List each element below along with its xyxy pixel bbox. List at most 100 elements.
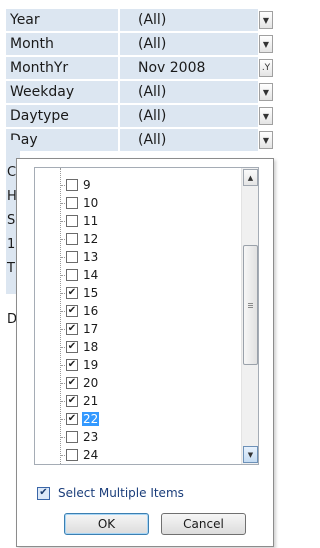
scroll-down-button[interactable]: ▼ bbox=[243, 446, 258, 463]
filter-row: Weekday (All) ▼ bbox=[0, 80, 275, 104]
select-multiple-checkbox[interactable]: ✔ bbox=[37, 486, 50, 500]
item-checkbox[interactable]: ✔ bbox=[66, 305, 78, 317]
item-checkbox[interactable]: ✔ bbox=[66, 287, 78, 299]
list-item[interactable]: 14 bbox=[35, 266, 240, 284]
scroll-up-button[interactable]: ▲ bbox=[243, 169, 258, 186]
grip-icon bbox=[248, 302, 253, 308]
dropdown-button[interactable]: ▼ bbox=[259, 35, 273, 53]
filter-icon: .Y bbox=[261, 63, 271, 73]
list-item[interactable]: ✔ 16 bbox=[35, 302, 240, 320]
dropdown-button[interactable]: ▼ bbox=[259, 131, 273, 149]
filter-field-name: Day bbox=[6, 129, 118, 151]
item-label[interactable]: 12 bbox=[82, 232, 99, 246]
checkmark-icon: ✔ bbox=[67, 377, 77, 388]
dropdown-button[interactable]: ▼ bbox=[259, 11, 273, 29]
vertical-scrollbar[interactable]: ▲ ▼ bbox=[241, 168, 258, 464]
pivot-filter-screen: Year (All) ▼ Month (All) ▼ MonthYr Nov 2008 .Y We… bbox=[0, 0, 275, 548]
item-checkbox[interactable] bbox=[66, 431, 78, 443]
list-item[interactable]: 24 bbox=[35, 446, 240, 464]
filter-field-value: (All) bbox=[120, 81, 258, 103]
filter-field-name: MonthYr bbox=[6, 57, 118, 79]
filter-field-value: (All) bbox=[120, 9, 258, 31]
scroll-thumb[interactable] bbox=[243, 245, 258, 365]
filter-field-name: Month bbox=[6, 33, 118, 55]
item-checkbox[interactable]: ✔ bbox=[66, 395, 78, 407]
list-item[interactable]: ✔ 22 bbox=[35, 410, 240, 428]
item-label[interactable]: 11 bbox=[82, 214, 99, 228]
item-checkbox[interactable] bbox=[66, 233, 78, 245]
item-checkbox[interactable] bbox=[66, 251, 78, 263]
filter-row: Month (All) ▼ bbox=[0, 32, 275, 56]
filter-dropdown-button[interactable]: .Y bbox=[259, 59, 273, 77]
item-label[interactable]: 20 bbox=[82, 376, 99, 390]
item-label[interactable]: 18 bbox=[82, 340, 99, 354]
checkmark-icon: ✔ bbox=[67, 323, 77, 334]
filter-field-value: (All) bbox=[120, 33, 258, 55]
item-checkbox[interactable]: ✔ bbox=[66, 377, 78, 389]
chevron-down-icon: ▼ bbox=[262, 87, 270, 97]
list-item[interactable]: 11 bbox=[35, 212, 240, 230]
filter-row: Daytype (All) ▼ bbox=[0, 104, 275, 128]
filter-row: Year (All) ▼ bbox=[0, 8, 275, 32]
filter-field-value: (All) bbox=[120, 105, 258, 127]
item-checkbox[interactable] bbox=[66, 269, 78, 281]
select-multiple-label[interactable]: Select Multiple Items bbox=[58, 486, 184, 500]
list-item[interactable]: ✔ 15 bbox=[35, 284, 240, 302]
checkmark-icon: ✔ bbox=[67, 341, 77, 352]
dropdown-button[interactable]: ▼ bbox=[259, 107, 273, 125]
item-checkbox[interactable] bbox=[66, 215, 78, 227]
filter-dropdown-panel: 9 10 11 12 13 14 ✔ 15 ✔ 16 ✔ 17 ✔ 18 ✔ 19 ✔ 20 ✔ 21 ✔ 22 23 24 … bbox=[16, 158, 274, 547]
list-item[interactable]: 12 bbox=[35, 230, 240, 248]
dropdown-button[interactable]: ▼ bbox=[259, 83, 273, 101]
list-item[interactable]: ✔ 18 bbox=[35, 338, 240, 356]
list-item[interactable]: ✔ 17 bbox=[35, 320, 240, 338]
item-checkbox[interactable]: ✔ bbox=[66, 341, 78, 353]
select-multiple-items[interactable]: ✔ Select Multiple Items bbox=[37, 484, 184, 502]
filter-field-value: Nov 2008 bbox=[120, 57, 258, 79]
list-item[interactable]: ✔ 19 bbox=[35, 356, 240, 374]
filter-row: MonthYr Nov 2008 .Y bbox=[0, 56, 275, 80]
item-checkbox[interactable]: ✔ bbox=[66, 413, 78, 425]
checkmark-icon: ✔ bbox=[67, 359, 77, 370]
item-label[interactable]: 23 bbox=[82, 430, 99, 444]
arrow-up-icon: ▲ bbox=[247, 173, 254, 182]
item-checkbox[interactable] bbox=[66, 179, 78, 191]
checkmark-icon: ✔ bbox=[67, 287, 77, 298]
checkmark-icon: ✔ bbox=[67, 413, 77, 424]
item-label[interactable]: 15 bbox=[82, 286, 99, 300]
item-label[interactable]: 9 bbox=[82, 178, 92, 192]
cancel-button[interactable]: Cancel bbox=[161, 513, 246, 535]
item-checkbox[interactable] bbox=[66, 449, 78, 461]
list-item[interactable]: ✔ 20 bbox=[35, 374, 240, 392]
item-checkbox[interactable] bbox=[66, 197, 78, 209]
list-item[interactable]: 10 bbox=[35, 194, 240, 212]
filter-field-name: Weekday bbox=[6, 81, 118, 103]
arrow-down-icon: ▼ bbox=[247, 450, 254, 459]
item-label[interactable]: 21 bbox=[82, 394, 99, 408]
chevron-down-icon: ▼ bbox=[262, 111, 270, 121]
list-item[interactable]: 13 bbox=[35, 248, 240, 266]
chevron-down-icon: ▼ bbox=[262, 15, 270, 25]
filter-field-name: Year bbox=[6, 9, 118, 31]
item-label[interactable]: 22 bbox=[82, 412, 100, 426]
list-item[interactable]: 23 bbox=[35, 428, 240, 446]
items-tree-list: 9 10 11 12 13 14 ✔ 15 ✔ 16 ✔ 17 ✔ 18 ✔ 19 ✔ 20 ✔ 21 ✔ 22 23 24 … bbox=[34, 167, 259, 465]
item-label[interactable]: 17 bbox=[82, 322, 99, 336]
list-item[interactable]: ✔ 21 bbox=[35, 392, 240, 410]
item-label[interactable]: 19 bbox=[82, 358, 99, 372]
report-filter-area: Year (All) ▼ Month (All) ▼ MonthYr Nov 2008 .Y We… bbox=[0, 0, 275, 151]
chevron-down-icon: ▼ bbox=[262, 39, 270, 49]
item-checkbox[interactable]: ✔ bbox=[66, 359, 78, 371]
list-item[interactable]: 9 bbox=[35, 176, 240, 194]
ok-button[interactable]: OK bbox=[64, 513, 149, 535]
item-label[interactable]: 16 bbox=[82, 304, 99, 318]
item-checkbox[interactable]: ✔ bbox=[66, 323, 78, 335]
item-label[interactable]: 24 bbox=[82, 448, 99, 462]
checkmark-icon: ✔ bbox=[67, 305, 77, 316]
filter-field-value: (All) bbox=[120, 129, 258, 151]
filter-row: Day (All) ▼ bbox=[0, 128, 275, 152]
item-label[interactable]: 14 bbox=[82, 268, 99, 282]
item-label[interactable]: 13 bbox=[82, 250, 99, 264]
item-label[interactable]: 10 bbox=[82, 196, 99, 210]
checkmark-icon: ✔ bbox=[39, 487, 48, 498]
